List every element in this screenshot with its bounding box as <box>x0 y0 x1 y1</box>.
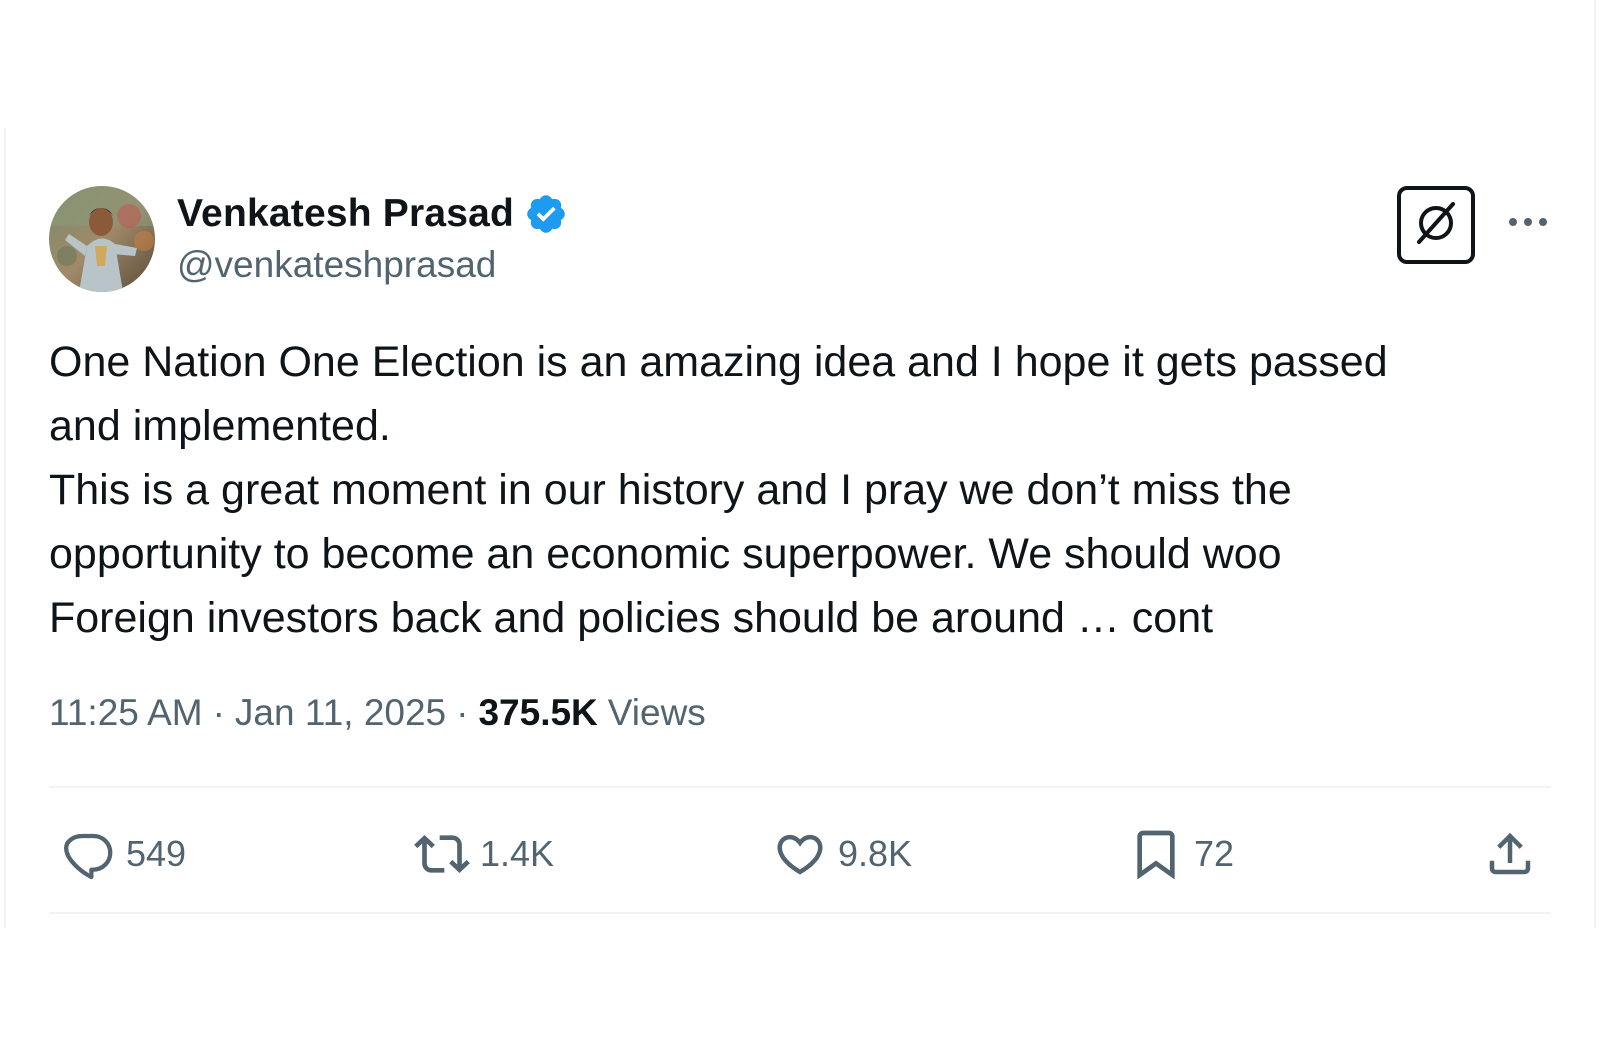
tweet-date[interactable]: Jan 11, 2025 <box>235 692 446 734</box>
like-icon <box>772 826 828 882</box>
card-border-right <box>1594 0 1596 928</box>
views-label[interactable]: Views <box>608 692 706 734</box>
tweet-text: One Nation One Election is an amazing id… <box>49 330 1549 650</box>
tweet-text-line: and implemented. <box>49 402 391 450</box>
share-icon <box>1482 826 1538 882</box>
share-button[interactable] <box>1482 826 1538 882</box>
repost-button[interactable]: 1.4K <box>414 826 554 882</box>
more-horizontal-icon <box>1508 214 1548 232</box>
more-options-button[interactable] <box>1505 208 1551 238</box>
tweet-text-line: opportunity to become an economic superp… <box>49 530 1282 578</box>
divider <box>49 786 1551 788</box>
tweet-meta: 11:25 AM · Jan 11, 2025 · 375.5K Views <box>49 692 706 734</box>
bookmark-icon <box>1128 826 1184 882</box>
grok-icon <box>1411 198 1461 253</box>
views-count[interactable]: 375.5K <box>478 692 597 734</box>
repost-icon <box>414 826 470 882</box>
bookmark-count: 72 <box>1194 833 1235 874</box>
grok-button[interactable] <box>1397 186 1475 264</box>
tweet-time[interactable]: 11:25 AM <box>49 692 203 734</box>
reply-count: 549 <box>126 833 187 874</box>
meta-separator: · <box>456 692 469 733</box>
tweet-card: Venkatesh Prasad @venkateshprasad One Na… <box>0 0 1600 1046</box>
repost-count: 1.4K <box>480 833 555 874</box>
bookmark-button[interactable]: 72 <box>1128 826 1234 882</box>
tweet-text-line: This is a great moment in our history an… <box>49 466 1292 514</box>
reply-icon <box>60 826 116 882</box>
like-count: 9.8K <box>838 833 913 874</box>
meta-separator: · <box>212 692 225 733</box>
author-display-name[interactable]: Venkatesh Prasad <box>177 192 514 236</box>
author-handle[interactable]: @venkateshprasad <box>177 244 496 286</box>
card-border-left <box>4 128 6 928</box>
avatar[interactable] <box>49 186 155 292</box>
author-name-row[interactable]: Venkatesh Prasad <box>177 190 568 238</box>
tweet-text-line: Foreign investors back and policies shou… <box>49 594 1214 642</box>
divider <box>49 912 1551 914</box>
reply-button[interactable]: 549 <box>60 826 186 882</box>
like-button[interactable]: 9.8K <box>772 826 912 882</box>
tweet-text-line: One Nation One Election is an amazing id… <box>49 338 1388 386</box>
verified-badge-icon[interactable] <box>524 192 568 236</box>
